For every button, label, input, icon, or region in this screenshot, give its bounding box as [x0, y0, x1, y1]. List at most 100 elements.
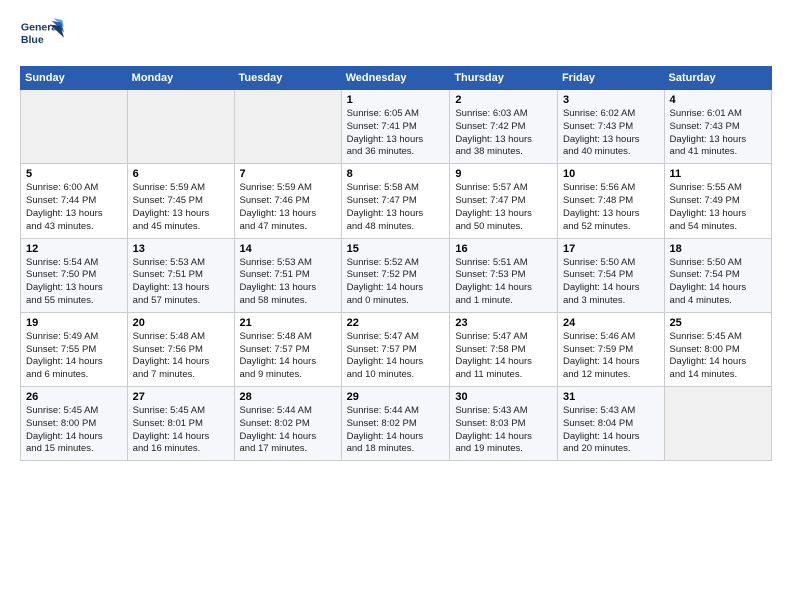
day-number: 10 [563, 168, 659, 180]
day-number: 14 [240, 243, 336, 255]
day-info: Sunrise: 6:00 AMSunset: 7:44 PMDaylight:… [26, 182, 122, 233]
calendar-cell-w5d2: 27Sunrise: 5:45 AMSunset: 8:01 PMDayligh… [127, 387, 234, 461]
day-info: Sunrise: 5:52 AMSunset: 7:52 PMDaylight:… [347, 257, 445, 308]
calendar-cell-w3d6: 17Sunrise: 5:50 AMSunset: 7:54 PMDayligh… [557, 238, 664, 312]
day-number: 20 [133, 317, 229, 329]
day-number: 18 [670, 243, 766, 255]
calendar-cell-w2d6: 10 Sunrise: 5:56 AMSunset: 7:48 PMDayligh… [557, 164, 664, 238]
calendar-cell-w4d3: 21 Sunrise: 5:48 AMSunset: 7:57 PMDayligh… [234, 312, 341, 386]
day-info: Sunrise: 6:05 AMSunset: 7:41 PMDaylight:… [347, 108, 445, 159]
svg-text:Blue: Blue [21, 34, 44, 46]
day-info: Sunrise: 5:51 AMSunset: 7:53 PMDaylight:… [455, 257, 552, 308]
day-number: 4 [670, 94, 766, 106]
calendar-cell-w4d4: 22 Sunrise: 5:47 AMSunset: 7:57 PMDayligh… [341, 312, 450, 386]
day-info: Sunrise: 5:57 AMSunset: 7:47 PMDaylight:… [455, 182, 552, 233]
day-number: 12 [26, 243, 122, 255]
day-number: 5 [26, 168, 122, 180]
day-number: 29 [347, 391, 445, 403]
calendar-table: SundayMondayTuesdayWednesdayThursdayFrid… [20, 66, 772, 461]
calendar-cell-w2d2: 6 Sunrise: 5:59 AMSunset: 7:45 PMDaylight… [127, 164, 234, 238]
calendar-cell-w1d2 [127, 90, 234, 164]
day-info: Sunrise: 5:48 AMSunset: 7:57 PMDaylight:… [240, 331, 336, 382]
calendar-cell-w3d4: 15 Sunrise: 5:52 AMSunset: 7:52 PMDayligh… [341, 238, 450, 312]
day-number: 2 [455, 94, 552, 106]
day-info: Sunrise: 5:54 AMSunset: 7:50 PMDaylight:… [26, 257, 122, 308]
weekday-wednesday: Wednesday [341, 67, 450, 90]
day-number: 25 [670, 317, 766, 329]
day-number: 23 [455, 317, 552, 329]
calendar-cell-w3d2: 13 Sunrise: 5:53 AMSunset: 7:51 PMDayligh… [127, 238, 234, 312]
day-info: Sunrise: 6:01 AMSunset: 7:43 PMDaylight:… [670, 108, 766, 159]
day-info: Sunrise: 5:59 AMSunset: 7:46 PMDaylight:… [240, 182, 336, 233]
calendar-cell-w4d7: 25 Sunrise: 5:45 AMSunset: 8:00 PMDayligh… [664, 312, 771, 386]
day-number: 16 [455, 243, 552, 255]
day-number: 3 [563, 94, 659, 106]
calendar-cell-w3d1: 12 Sunrise: 5:54 AMSunset: 7:50 PMDayligh… [21, 238, 128, 312]
calendar-cell-w2d3: 7 Sunrise: 5:59 AMSunset: 7:46 PMDaylight… [234, 164, 341, 238]
weekday-tuesday: Tuesday [234, 67, 341, 90]
page-header: General Blue [20, 16, 772, 54]
calendar-cell-w4d5: 23 Sunrise: 5:47 AMSunset: 7:58 PMDayligh… [450, 312, 558, 386]
calendar-cell-w1d3 [234, 90, 341, 164]
day-info: Sunrise: 5:43 AMSunset: 8:04 PMDaylight:… [563, 405, 659, 456]
calendar-cell-w5d6: 31 Sunrise: 5:43 AMSunset: 8:04 PMDayligh… [557, 387, 664, 461]
day-number: 19 [26, 317, 122, 329]
day-info: Sunrise: 5:45 AMSunset: 8:00 PMDaylight:… [26, 405, 122, 456]
calendar-cell-w4d1: 19 Sunrise: 5:49 AMSunset: 7:55 PMDayligh… [21, 312, 128, 386]
day-number: 30 [455, 391, 552, 403]
calendar-cell-w5d4: 29 Sunrise: 5:44 AMSunset: 8:02 PMDayligh… [341, 387, 450, 461]
day-info: Sunrise: 5:49 AMSunset: 7:55 PMDaylight:… [26, 331, 122, 382]
logo-svg: General Blue [20, 16, 64, 54]
weekday-header-row: SundayMondayTuesdayWednesdayThursdayFrid… [21, 67, 772, 90]
calendar-cell-w1d1 [21, 90, 128, 164]
day-info: Sunrise: 5:53 AMSunset: 7:51 PMDaylight:… [240, 257, 336, 308]
day-number: 24 [563, 317, 659, 329]
day-number: 15 [347, 243, 445, 255]
day-info: Sunrise: 5:45 AMSunset: 8:00 PMDaylight:… [670, 331, 766, 382]
day-info: Sunrise: 5:46 AMSunset: 7:59 PMDaylight:… [563, 331, 659, 382]
day-info: Sunrise: 5:56 AMSunset: 7:48 PMDaylight:… [563, 182, 659, 233]
calendar-week-1: 1 Sunrise: 6:05 AMSunset: 7:41 PMDaylight… [21, 90, 772, 164]
day-number: 28 [240, 391, 336, 403]
calendar-week-4: 19 Sunrise: 5:49 AMSunset: 7:55 PMDayligh… [21, 312, 772, 386]
weekday-saturday: Saturday [664, 67, 771, 90]
calendar-cell-w1d6: 3 Sunrise: 6:02 AMSunset: 7:43 PMDaylight… [557, 90, 664, 164]
day-info: Sunrise: 5:53 AMSunset: 7:51 PMDaylight:… [133, 257, 229, 308]
day-number: 1 [347, 94, 445, 106]
calendar-cell-w2d4: 8Sunrise: 5:58 AMSunset: 7:47 PMDaylight… [341, 164, 450, 238]
calendar-cell-w1d5: 2 Sunrise: 6:03 AMSunset: 7:42 PMDaylight… [450, 90, 558, 164]
day-number: 6 [133, 168, 229, 180]
calendar-week-2: 5 Sunrise: 6:00 AMSunset: 7:44 PMDaylight… [21, 164, 772, 238]
day-info: Sunrise: 5:59 AMSunset: 7:45 PMDaylight:… [133, 182, 229, 233]
calendar-cell-w3d5: 16 Sunrise: 5:51 AMSunset: 7:53 PMDayligh… [450, 238, 558, 312]
calendar-cell-w5d5: 30Sunrise: 5:43 AMSunset: 8:03 PMDayligh… [450, 387, 558, 461]
day-number: 21 [240, 317, 336, 329]
day-number: 7 [240, 168, 336, 180]
calendar-week-5: 26Sunrise: 5:45 AMSunset: 8:00 PMDayligh… [21, 387, 772, 461]
calendar-cell-w2d5: 9 Sunrise: 5:57 AMSunset: 7:47 PMDaylight… [450, 164, 558, 238]
calendar-body: 1 Sunrise: 6:05 AMSunset: 7:41 PMDaylight… [21, 90, 772, 461]
day-info: Sunrise: 5:44 AMSunset: 8:02 PMDaylight:… [240, 405, 336, 456]
day-info: Sunrise: 5:50 AMSunset: 7:54 PMDaylight:… [670, 257, 766, 308]
calendar-cell-w3d3: 14 Sunrise: 5:53 AMSunset: 7:51 PMDayligh… [234, 238, 341, 312]
day-info: Sunrise: 5:45 AMSunset: 8:01 PMDaylight:… [133, 405, 229, 456]
day-info: Sunrise: 5:44 AMSunset: 8:02 PMDaylight:… [347, 405, 445, 456]
logo: General Blue [20, 16, 66, 54]
day-number: 22 [347, 317, 445, 329]
weekday-thursday: Thursday [450, 67, 558, 90]
day-number: 31 [563, 391, 659, 403]
day-info: Sunrise: 6:02 AMSunset: 7:43 PMDaylight:… [563, 108, 659, 159]
day-info: Sunrise: 6:03 AMSunset: 7:42 PMDaylight:… [455, 108, 552, 159]
weekday-friday: Friday [557, 67, 664, 90]
day-number: 9 [455, 168, 552, 180]
calendar-cell-w5d3: 28 Sunrise: 5:44 AMSunset: 8:02 PMDayligh… [234, 387, 341, 461]
weekday-sunday: Sunday [21, 67, 128, 90]
day-number: 13 [133, 243, 229, 255]
calendar-week-3: 12 Sunrise: 5:54 AMSunset: 7:50 PMDayligh… [21, 238, 772, 312]
day-info: Sunrise: 5:47 AMSunset: 7:58 PMDaylight:… [455, 331, 552, 382]
day-info: Sunrise: 5:50 AMSunset: 7:54 PMDaylight:… [563, 257, 659, 308]
calendar-cell-w1d4: 1 Sunrise: 6:05 AMSunset: 7:41 PMDaylight… [341, 90, 450, 164]
calendar-cell-w2d7: 11Sunrise: 5:55 AMSunset: 7:49 PMDayligh… [664, 164, 771, 238]
day-info: Sunrise: 5:47 AMSunset: 7:57 PMDaylight:… [347, 331, 445, 382]
calendar-cell-w4d2: 20Sunrise: 5:48 AMSunset: 7:56 PMDayligh… [127, 312, 234, 386]
